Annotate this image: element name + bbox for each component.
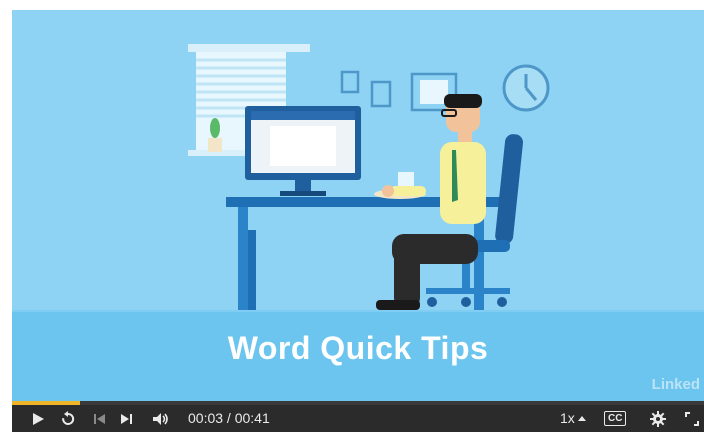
linkedin-watermark: Linked: [651, 376, 700, 393]
volume-button[interactable]: [150, 405, 172, 432]
clock-illustration: [502, 64, 550, 112]
speed-button[interactable]: 1x: [560, 410, 586, 426]
fullscreen-button[interactable]: [682, 405, 702, 432]
captions-button[interactable]: CC: [604, 411, 627, 426]
speed-caret-icon: [577, 416, 586, 421]
skip-back-icon: [94, 413, 105, 424]
play-icon: [33, 412, 44, 425]
settings-button[interactable]: [648, 405, 668, 432]
gear-icon: [650, 410, 666, 427]
skip-forward-icon: [121, 413, 132, 424]
next-button[interactable]: [118, 405, 136, 432]
play-button[interactable]: [28, 405, 48, 432]
volume-icon: [153, 412, 168, 425]
control-bar: 00:03 / 00:41 1x CC: [12, 405, 704, 432]
mug-illustration: [398, 172, 414, 188]
replay-button[interactable]: [58, 405, 78, 432]
fullscreen-icon: [685, 411, 699, 426]
wall-frames: [340, 70, 458, 112]
video-title: Word Quick Tips: [227, 330, 489, 366]
time-display: 00:03 / 00:41: [188, 410, 270, 426]
speed-label: 1x: [560, 410, 575, 426]
captions-icon: CC: [608, 413, 623, 424]
monitor-illustration: [245, 106, 361, 196]
video-player[interactable]: Word Quick Tips Linked 00:03 / 00:41 1x …: [12, 10, 704, 432]
replay-icon: [62, 410, 75, 425]
previous-button[interactable]: [90, 405, 108, 432]
